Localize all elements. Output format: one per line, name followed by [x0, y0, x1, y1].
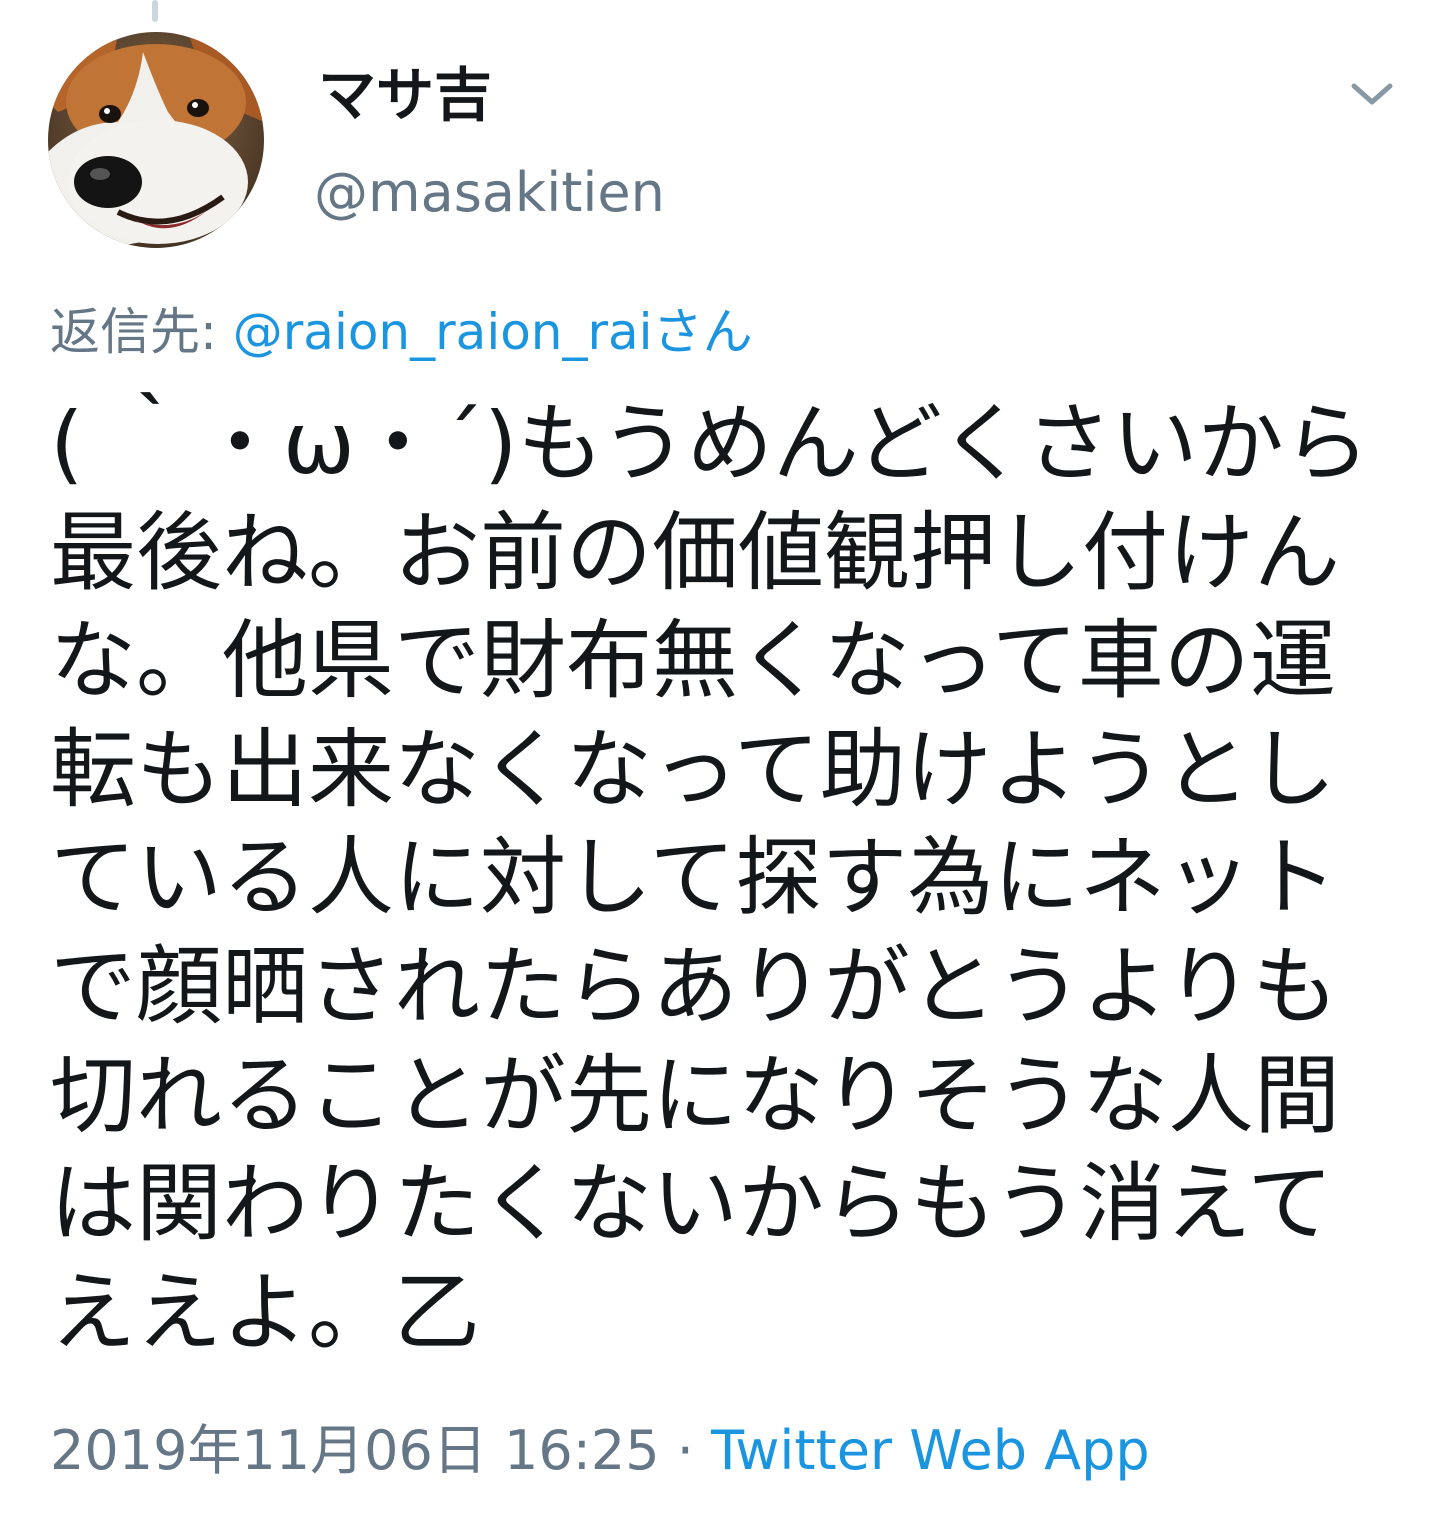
- dog-avatar-icon: [48, 32, 264, 248]
- tweet-text-line: で顔晒されたらありがとうよりも: [50, 936, 1339, 1037]
- tweet-text-line: は関わりたくないからもう消えて: [50, 1154, 1334, 1255]
- user-handle[interactable]: @masakitien: [314, 160, 665, 226]
- tweet-text-line: 切れることが先になりそうな人間: [50, 1045, 1340, 1146]
- tweet-text-line: 転も出来なくなって助けようとし: [50, 719, 1336, 820]
- tweet-text-line: ている人に対して探す為にネット: [50, 828, 1338, 929]
- display-name[interactable]: マサ吉: [318, 60, 492, 130]
- tweet-meta: 2019年11月06日 16:25 · Twitter Web App: [50, 1418, 1150, 1484]
- source-link[interactable]: Twitter Web App: [711, 1419, 1150, 1482]
- tweet-text-line: な。他県で財布無くなって車の運: [50, 611, 1336, 712]
- tweet-text-line: ええよ。乙: [50, 1262, 480, 1363]
- timestamp[interactable]: 2019年11月06日 16:25: [50, 1419, 660, 1482]
- meta-separator: ·: [659, 1419, 712, 1482]
- reply-to-link[interactable]: @raion_raion_raiさん: [233, 303, 753, 361]
- tweet-text-line: 最後ね。お前の価値観押し付けん: [50, 502, 1340, 603]
- avatar[interactable]: [48, 32, 264, 248]
- chevron-down-icon[interactable]: [1344, 66, 1400, 122]
- tweet-text-line: ( ｀・ω・´)もうめんどくさいから: [50, 394, 1370, 494]
- tweet-text: ( ｀・ω・´)もうめんどくさいから 最後ね。お前の価値観押し付けん な。他県で財布…: [50, 390, 1390, 1367]
- reply-context: 返信先: @raion_raion_raiさん: [50, 300, 753, 364]
- thread-connector-line: [152, 0, 158, 22]
- reply-prefix: 返信先:: [50, 303, 233, 361]
